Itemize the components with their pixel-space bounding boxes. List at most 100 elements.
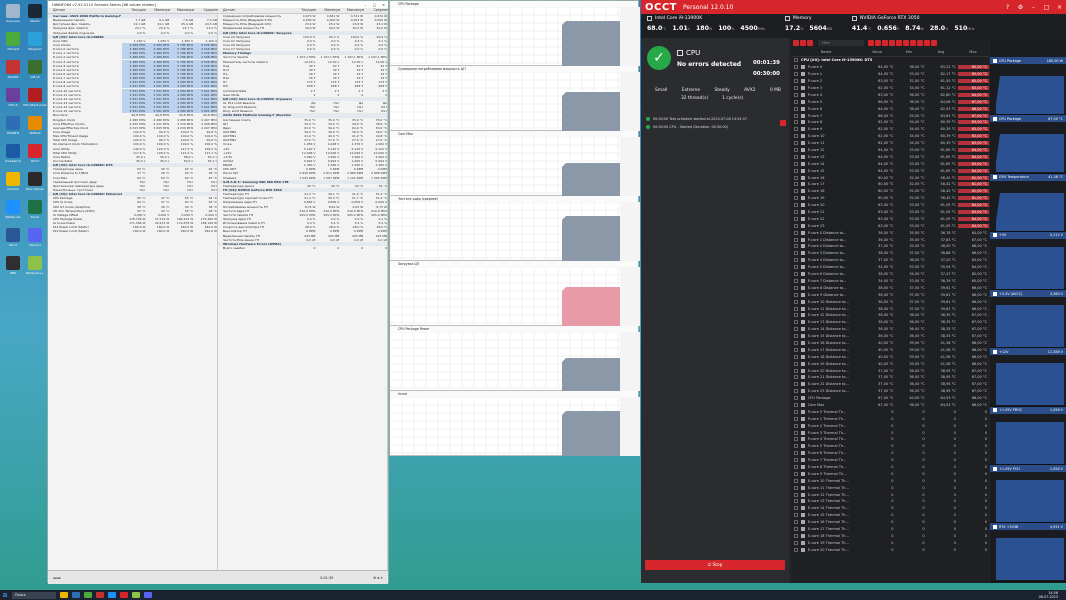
desktop-icon[interactable]: Excel — [24, 200, 46, 219]
checkbox[interactable] — [794, 216, 798, 221]
checkbox[interactable] — [794, 361, 798, 366]
desktop-icon[interactable]: OBS — [2, 256, 24, 275]
desktop-icon[interactable]: MSI Afterburner — [23, 88, 47, 107]
sensor-row[interactable]: P-core 2 63,00 °C 32,00 °C 61,50 °C 65,00 °C — [791, 78, 990, 85]
sensor-row[interactable]: E-core 16 60,00 °C 32,00 °C 58,42 °C 61,00 °… — [791, 174, 990, 181]
desktop-icon[interactable]: Chrome — [2, 172, 24, 191]
checkbox[interactable] — [794, 244, 798, 249]
monitor-panel[interactable]: +1.05V PROC 1,056 V — [990, 406, 1066, 466]
checkbox[interactable] — [794, 278, 798, 283]
checkbox[interactable] — [794, 251, 798, 256]
checkbox[interactable] — [794, 375, 798, 380]
maximize-icon[interactable]: □ — [1040, 4, 1053, 11]
table-header[interactable]: Value — [861, 50, 893, 54]
checkbox[interactable] — [794, 272, 798, 277]
desktop-icon[interactable]: Notepad++ — [24, 256, 46, 275]
checkbox[interactable] — [794, 423, 798, 428]
sensor-row[interactable]: Всего ошибок 0 0 0 0 — [218, 246, 387, 250]
sensor-row[interactable]: E-core 23 Distance to... 37,00 °C 36,00 °C… — [791, 388, 989, 395]
column-header[interactable]: Текущее — [122, 8, 146, 13]
checkbox[interactable] — [794, 471, 798, 476]
checkbox[interactable] — [794, 306, 798, 311]
sensor-row[interactable]: E-core 9 62,00 °C 34,00 °C 60,39 °C 63,00 °C — [791, 126, 990, 133]
taskbar-app-icon[interactable] — [108, 592, 116, 598]
checkbox[interactable] — [794, 161, 798, 166]
checkbox[interactable] — [794, 389, 798, 394]
sensor-row[interactable]: E-core 15 Distance to... 36,00 °C 36,00 °C… — [791, 333, 989, 340]
checkbox[interactable] — [794, 540, 798, 545]
checkbox[interactable] — [794, 327, 798, 332]
graph-window[interactable]: Vcore — [390, 391, 640, 456]
sensor-row[interactable]: E-core 14 Thermal Th... 0 0 0 0 — [791, 505, 989, 512]
desktop-icon[interactable]: HWiNFO — [2, 116, 24, 135]
sensor-row[interactable]: P-core 1 Distance to... 36,00 °C 35,00 °C 3… — [791, 236, 989, 243]
sensor-row[interactable]: E-core 16 Distance to... 40,00 °C 39,00 °C… — [791, 340, 989, 347]
sensor-row[interactable]: E-core 20 Distance to... 37,00 °C 36,00 °C… — [791, 367, 989, 374]
checkbox[interactable] — [794, 409, 798, 414]
taskbar-search[interactable]: Поиск — [12, 591, 56, 599]
desktop-icon[interactable]: Telegram — [24, 32, 46, 51]
sensor-row[interactable]: P-core 7 Distance to... 34,00 °C 33,00 °C 3… — [791, 278, 989, 285]
sensor-row[interactable]: E-core 12 64,00 °C 33,00 °C 61,65 °C 64,00 °… — [791, 147, 990, 154]
occt-titlebar[interactable]: OCCT Personal 12.0.10 ? ⚙ – □ × — [641, 0, 1066, 14]
monitor-panel[interactable]: +1.05V PCH 1,056 V — [990, 465, 1066, 524]
sensor-row[interactable]: E-core 9 Distance to... 38,00 °C 37,00 °C 3… — [791, 291, 989, 298]
table-header[interactable]: Min — [893, 50, 925, 54]
sensor-row[interactable]: P-core 4 63,00 °C 36,00 °C 62,80 °C 64,00 °C — [791, 91, 990, 98]
taskbar-app-icon[interactable] — [120, 592, 128, 598]
graph-window[interactable]: CPU Package Power — [390, 326, 640, 391]
checkbox[interactable] — [794, 492, 798, 497]
checkbox[interactable] — [794, 106, 798, 111]
checkbox[interactable] — [794, 533, 798, 538]
sensor-row[interactable]: P-core 4 Thermal Th... 0 0 0 0 — [791, 436, 989, 443]
sensor-row[interactable]: E-core 19 Distance to... 40,00 °C 39,00 °C… — [791, 360, 989, 367]
sensor-row[interactable]: E-core 12 Thermal Th... 0 0 0 0 — [791, 491, 989, 498]
checkbox[interactable] — [794, 141, 798, 146]
sensor-row[interactable]: P-core 0 64,00 °C 36,00 °C 63,22 °C 65,00 °C — [791, 64, 990, 71]
sensor-row[interactable]: E-core 9 Thermal Th... 0 0 0 0 — [791, 470, 989, 477]
sensor-row[interactable]: E-core 19 60,00 °C 32,00 °C 58,42 °C 61,00 °… — [791, 195, 990, 202]
column-header[interactable]: Максимум — [170, 8, 194, 13]
desktop-icon[interactable]: Discord — [24, 228, 46, 247]
checkbox[interactable] — [794, 258, 798, 263]
checkbox[interactable] — [794, 334, 798, 339]
checkbox[interactable] — [794, 134, 798, 139]
column-header[interactable]: Датчик — [48, 8, 122, 13]
taskbar-app-icon[interactable] — [132, 592, 140, 598]
table-header[interactable]: Avg — [925, 50, 957, 54]
checkbox[interactable] — [794, 168, 798, 173]
hwinfo-right-panel[interactable]: Суммарная потребляемая мощность 0,670 W 0,… — [218, 14, 388, 570]
sensor-row[interactable]: P-core 6 Thermal Th... 0 0 0 0 — [791, 450, 989, 457]
sensor-row[interactable]: E-core 8 62,00 °C 34,00 °C 60,39 °C 63,00 °C — [791, 119, 990, 126]
sensor-row[interactable]: E-core 22 63,00 °C 33,00 °C 61,05 °C 64,00 °… — [791, 215, 990, 222]
sensor-row[interactable]: E-core 17 Distance to... 40,00 °C 39,00 °C… — [791, 346, 989, 353]
checkbox[interactable] — [794, 485, 798, 490]
sensor-row[interactable]: E-core 17 Thermal Th... 0 0 0 0 — [791, 526, 989, 533]
checkbox[interactable] — [794, 313, 798, 318]
checkbox[interactable] — [794, 79, 798, 84]
monitor-panel[interactable]: RTX +3V3B 4,931 V — [990, 523, 1066, 582]
column-header[interactable]: Минимум — [146, 8, 170, 13]
checkbox[interactable] — [794, 402, 798, 407]
windows-start-icon[interactable]: ⊞ — [0, 591, 10, 599]
device-row[interactable]: CPU [#0]: Intel Core i9-13900K: DTS — [791, 57, 989, 64]
sensor-row[interactable]: E-core 12 Distance to... 36,00 °C 36,00 °C… — [791, 312, 989, 319]
nav-arrows-icon[interactable]: ◂◂ ▸▸ — [53, 576, 61, 580]
sensor-row[interactable]: E-core 10 Distance to... 38,00 °C 37,00 °C… — [791, 298, 989, 305]
minimize-icon[interactable]: – — [1027, 4, 1040, 11]
taskbar-app-icon[interactable] — [96, 592, 104, 598]
desktop-icon[interactable]: Cinebench — [2, 144, 24, 163]
checkbox[interactable] — [794, 382, 798, 387]
sensor-row[interactable]: P-core 5 66,00 °C 36,00 °C 64,06 °C 67,00 °C — [791, 98, 990, 105]
sensor-row[interactable]: P-core 3 Thermal Th... 0 0 0 0 — [791, 429, 989, 436]
sensor-row[interactable]: P-core 2 Thermal Th... 0 0 0 0 — [791, 422, 989, 429]
checkbox[interactable] — [794, 458, 798, 463]
sensor-row[interactable]: E-core 18 60,00 °C 32,00 °C 58,42 °C 61,00 °… — [791, 188, 990, 195]
sensor-row[interactable]: E-core 18 Thermal Th... 0 0 0 0 — [791, 532, 989, 539]
checkbox[interactable] — [794, 237, 798, 242]
sensor-row[interactable]: P-core 2 Distance to... 37,00 °C 35,00 °C 3… — [791, 243, 989, 250]
sensor-row[interactable]: PL2 Power Limit (Static) 180,0 W 180,0 W 18… — [48, 229, 217, 233]
column-header[interactable]: Минимум — [316, 8, 340, 13]
checkbox[interactable] — [794, 527, 798, 531]
monitor-panel[interactable]: CPU Package 180,00 W — [990, 57, 1066, 116]
